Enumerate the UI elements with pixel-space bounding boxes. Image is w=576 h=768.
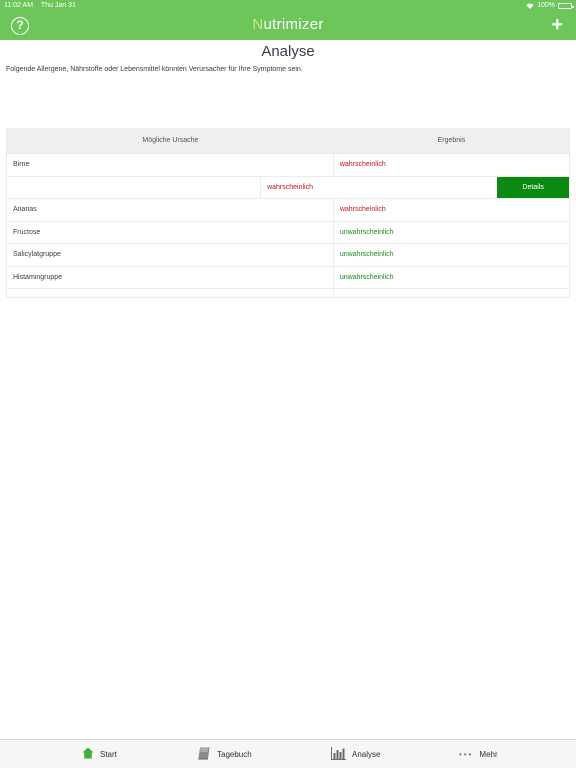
cause-cell: Ananas [7, 199, 334, 221]
tab-analyse-label: Analyse [352, 749, 381, 759]
cause-cell: Salicylatgruppe [7, 244, 334, 266]
empty-cell [334, 289, 569, 297]
book-icon [197, 746, 211, 762]
app-title: Nutrimizer [0, 16, 576, 33]
home-icon [82, 747, 94, 761]
cause-cell: Fructose [7, 221, 334, 243]
tab-start[interactable]: Start [82, 740, 117, 768]
status-bar: 11:02 AM Thu Jan 31 100% [0, 0, 576, 12]
battery-icon [558, 3, 574, 9]
tab-analyse[interactable]: Analyse [331, 740, 380, 768]
tab-tagebuch[interactable]: Tagebuch [197, 740, 252, 768]
result-cell: unwahrscheinlich [339, 273, 394, 281]
empty-cell [7, 289, 334, 297]
nav-bar: ? Nutrimizer + [0, 12, 576, 40]
tab-tagebuch-label: Tagebuch [217, 749, 252, 759]
page-title: Analyse [261, 43, 315, 60]
app-title-rest: utrimizer [263, 16, 324, 33]
result-cell: unwahrscheinlich [339, 228, 394, 236]
wifi-icon [526, 3, 534, 9]
app-title-initial: N [252, 16, 264, 33]
details-button[interactable]: Details [497, 176, 569, 198]
status-time: 11:02 AM [4, 2, 34, 9]
cause-cell: Histamingruppe [7, 266, 334, 288]
tab-start-label: Start [100, 749, 117, 759]
table-row[interactable]: Ananas wahrscheinlich [7, 198, 569, 221]
detail-result-cell: wahrscheinlich [267, 183, 314, 191]
table-row-expanded: wahrscheinlich Details [7, 175, 569, 198]
battery-percent: 100% [537, 2, 555, 9]
detail-spacer [7, 176, 262, 198]
more-icon: ••• [459, 749, 474, 759]
table-row[interactable]: Fructose unwahrscheinlich [7, 220, 569, 243]
add-button[interactable]: + [551, 15, 563, 35]
bar-chart-icon [331, 746, 346, 762]
status-date: Thu Jan 31 [40, 2, 76, 9]
result-cell: wahrscheinlich [339, 206, 386, 213]
header-cause: Mögliche Ursache [142, 137, 199, 144]
tab-mehr-label: Mehr [479, 749, 498, 759]
intro-text: Folgende Allergene, Nährstoffe oder Lebe… [6, 66, 303, 73]
table-row-empty [7, 288, 569, 297]
cause-cell: Birne [7, 154, 334, 176]
tab-mehr[interactable]: ••• Mehr [459, 740, 498, 768]
result-cell: unwahrscheinlich [339, 251, 394, 258]
header-result: Ergebnis [437, 137, 466, 144]
result-cell: wahrscheinlich [339, 161, 386, 168]
table-header: Mögliche Ursache Ergebnis [7, 128, 569, 153]
tab-bar: Start Tagebuch Analyse ••• Mehr [0, 739, 576, 768]
analysis-table: Mögliche Ursache Ergebnis Birne wahrsche… [6, 128, 570, 298]
table-row[interactable]: Birne wahrscheinlich [7, 153, 569, 176]
table-row[interactable]: Salicylatgruppe unwahrscheinlich [7, 243, 569, 266]
table-row[interactable]: Histamingruppe unwahrscheinlich [7, 265, 569, 288]
